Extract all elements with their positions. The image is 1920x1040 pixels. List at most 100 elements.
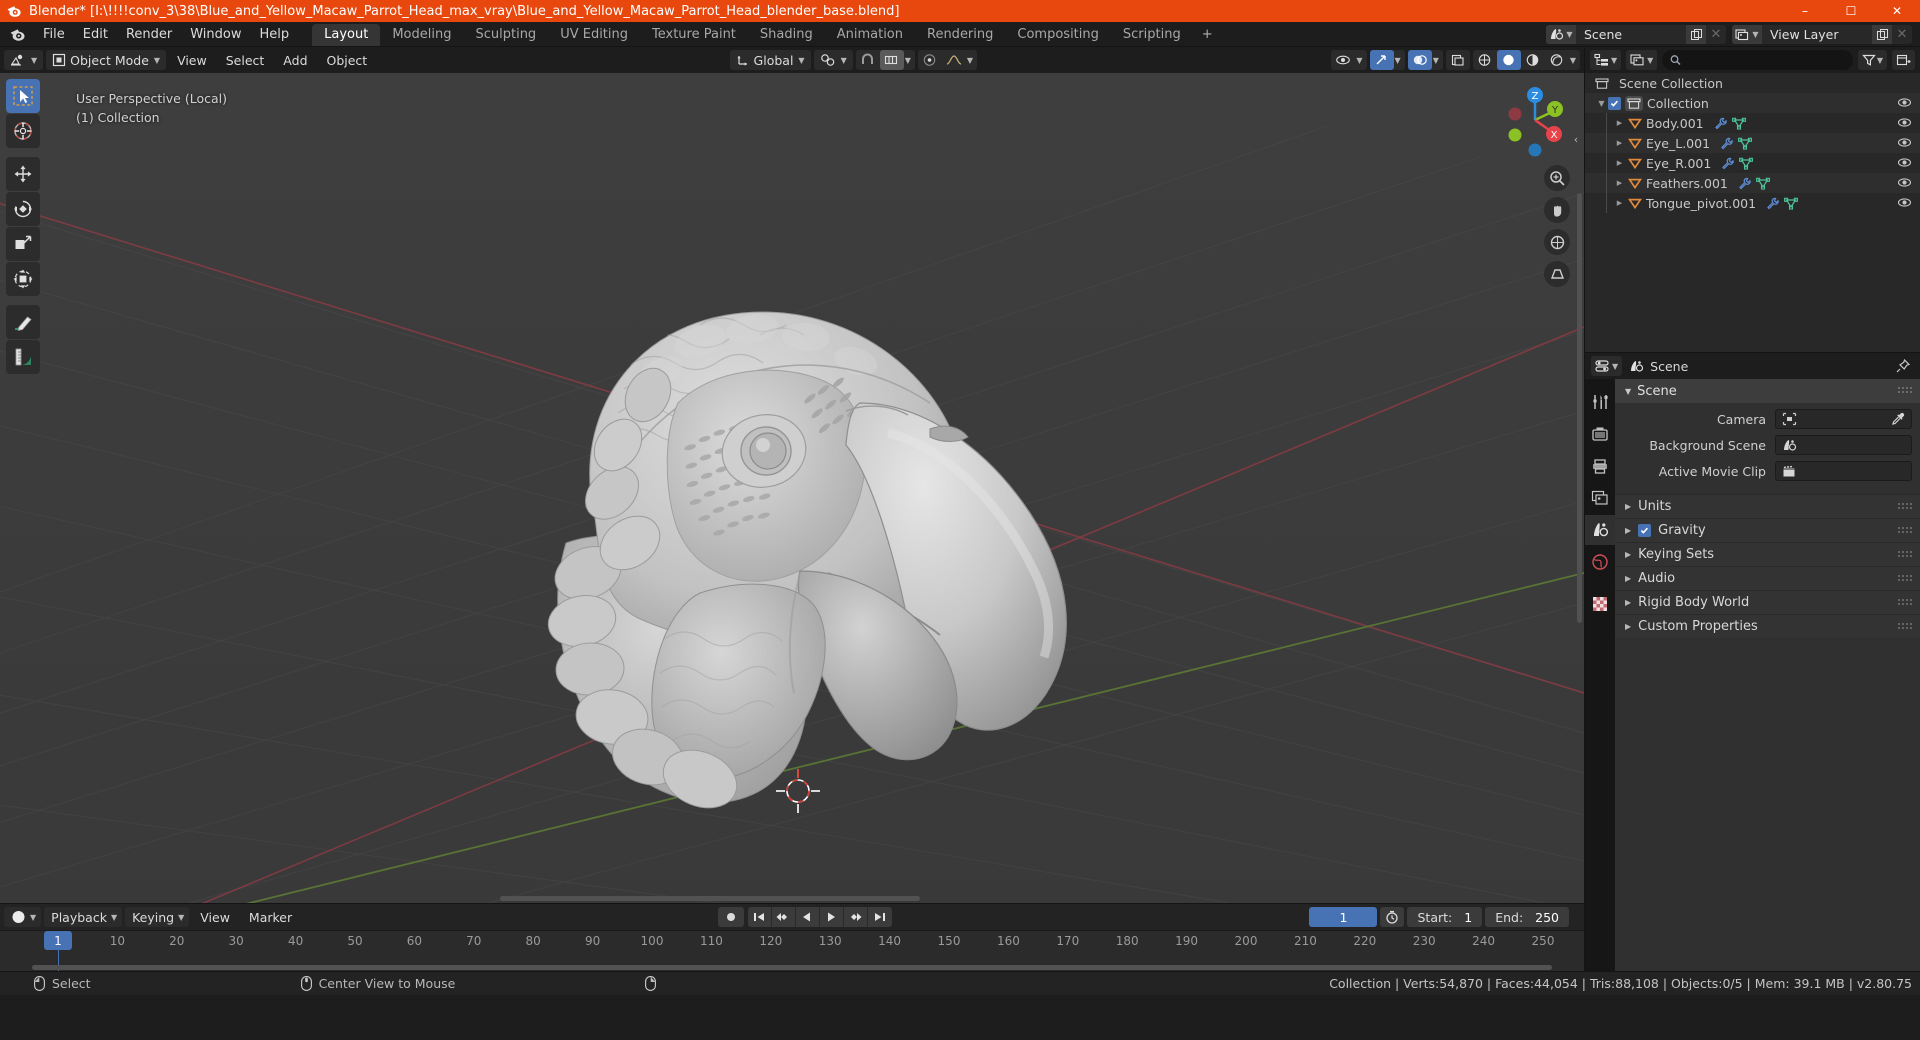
scene-name[interactable]: Scene <box>1576 24 1686 44</box>
frame-range-end[interactable]: End: 250 <box>1485 907 1570 927</box>
solid-shading-icon[interactable] <box>1496 50 1521 70</box>
menu-render[interactable]: Render <box>117 22 181 47</box>
tool-transform[interactable] <box>6 262 40 296</box>
jump-to-end-button[interactable] <box>867 907 892 927</box>
play-reverse-button[interactable] <box>795 907 820 927</box>
modifier-wrench-icon[interactable] <box>1738 177 1751 190</box>
viewport-menu-select[interactable]: Select <box>218 50 273 70</box>
menu-file[interactable]: File <box>34 22 74 47</box>
collapse-triangle-icon[interactable]: ▼ <box>1625 387 1631 396</box>
expand-triangle-icon[interactable]: ▶ <box>1625 574 1631 583</box>
viewport-scrollbar-horizontal[interactable] <box>500 896 920 901</box>
tool-measure[interactable] <box>6 340 40 374</box>
visibility-eye-icon[interactable] <box>1897 196 1912 209</box>
tab-output[interactable] <box>1585 451 1615 481</box>
tab-shading[interactable]: Shading <box>748 24 825 46</box>
visibility-eye-icon[interactable] <box>1897 96 1912 109</box>
material-preview-icon[interactable] <box>1521 50 1545 70</box>
expand-triangle-icon[interactable]: ▶ <box>1625 598 1631 607</box>
menu-help[interactable]: Help <box>251 22 299 47</box>
previous-keyframe-button[interactable] <box>771 907 796 927</box>
panel-scene-header[interactable]: ▼ Scene <box>1615 379 1920 403</box>
add-workspace-button[interactable]: + <box>1193 24 1222 46</box>
modifier-wrench-icon[interactable] <box>1766 197 1779 210</box>
outliner-row-object[interactable]: ▶ Eye_L.001 <box>1585 133 1920 153</box>
timeline-menu-marker[interactable]: Marker <box>241 907 300 927</box>
expand-triangle-icon[interactable]: ▼ <box>1595 99 1608 108</box>
expand-triangle-icon[interactable]: ▶ <box>1613 179 1626 187</box>
jump-to-start-button[interactable] <box>747 907 772 927</box>
properties-editor-type-button[interactable]: ▼ <box>1591 356 1623 376</box>
tab-scene[interactable] <box>1585 515 1615 545</box>
tab-render[interactable] <box>1585 419 1615 449</box>
tool-rotate[interactable] <box>6 192 40 226</box>
outliner-tree[interactable]: Scene Collection ▼ Collection ▶ Body.001… <box>1585 73 1920 352</box>
panel-audio[interactable]: ▶ Audio <box>1615 566 1920 590</box>
blender-menu-icon[interactable] <box>0 22 34 46</box>
view-layer-name[interactable]: View Layer <box>1762 24 1872 44</box>
mesh-data-icon[interactable] <box>1731 117 1746 130</box>
expand-triangle-icon[interactable]: ▶ <box>1613 139 1626 147</box>
playhead[interactable]: 1 <box>44 931 72 950</box>
menu-edit[interactable]: Edit <box>74 22 117 47</box>
outliner-search-box[interactable] <box>1662 50 1853 70</box>
timeline-scrollbar[interactable] <box>0 965 1584 970</box>
auto-keyframe-button[interactable] <box>717 907 744 927</box>
background-scene-field[interactable] <box>1775 435 1912 455</box>
outliner-row-object[interactable]: ▶ Body.001 <box>1585 113 1920 133</box>
visibility-eye-icon[interactable] <box>1897 136 1912 149</box>
timeline-menu-view[interactable]: View <box>192 907 238 927</box>
viewport-menu-view[interactable]: View <box>169 50 215 70</box>
tool-cursor[interactable] <box>6 114 40 148</box>
tab-modeling[interactable]: Modeling <box>380 24 463 46</box>
gravity-checkbox[interactable] <box>1638 524 1652 537</box>
tool-annotate[interactable] <box>6 305 40 339</box>
timeline-menu-keying[interactable]: Keying ▼ <box>125 907 190 927</box>
tab-world[interactable] <box>1585 547 1615 577</box>
snap-target-selector[interactable]: ▼ <box>813 50 853 70</box>
proportional-editing-icon[interactable] <box>918 50 942 70</box>
outliner-row-object[interactable]: ▶ Feathers.001 <box>1585 173 1920 193</box>
tab-tool[interactable] <box>1585 387 1615 417</box>
tab-scripting[interactable]: Scripting <box>1111 24 1193 46</box>
timeline-editor-type-button[interactable]: ▼ <box>4 907 42 927</box>
outliner-editor-type-button[interactable]: ▼ <box>1590 50 1622 70</box>
new-view-layer-button[interactable] <box>1872 24 1892 44</box>
view-layer-selector[interactable]: ▼ View Layer ✕ <box>1732 24 1912 44</box>
tab-compositing[interactable]: Compositing <box>1005 24 1111 46</box>
show-overlays-icon[interactable] <box>1407 50 1432 70</box>
panel-units[interactable]: ▶ Units <box>1615 494 1920 518</box>
zoom-icon[interactable] <box>1544 165 1570 191</box>
tab-animation[interactable]: Animation <box>825 24 915 46</box>
magnet-icon[interactable] <box>856 50 880 70</box>
frame-range-start[interactable]: Start: 1 <box>1407 907 1483 927</box>
timeline-menu-playback[interactable]: Playback ▼ <box>44 907 123 927</box>
mesh-data-icon[interactable] <box>1738 137 1752 150</box>
snap-increment-icon[interactable] <box>879 50 904 70</box>
falloff-curve-icon[interactable] <box>942 50 966 70</box>
tab-texture[interactable] <box>1585 589 1615 619</box>
interaction-mode-selector[interactable]: Object Mode ▼ <box>46 50 167 70</box>
object-visibility-icon[interactable] <box>1331 50 1355 70</box>
panel-keying-sets[interactable]: ▶ Keying Sets <box>1615 542 1920 566</box>
mesh-data-icon[interactable] <box>1784 197 1799 210</box>
play-button[interactable] <box>819 907 844 927</box>
rendered-shading-icon[interactable] <box>1545 50 1569 70</box>
mesh-data-icon[interactable] <box>1755 177 1770 190</box>
tab-rendering[interactable]: Rendering <box>915 24 1005 46</box>
active-movie-clip-field[interactable] <box>1775 461 1912 481</box>
tool-move[interactable] <box>6 157 40 191</box>
remove-view-layer-button[interactable]: ✕ <box>1892 24 1912 44</box>
menu-window[interactable]: Window <box>181 22 250 47</box>
timeline-ruler[interactable]: 1 10 20 30 40 50 60 70 80 90 100 110 120 130 140 150 16… <box>0 930 1584 971</box>
outliner-row-object[interactable]: ▶ Eye_R.001 <box>1585 153 1920 173</box>
use-preview-range-icon[interactable] <box>1380 907 1405 927</box>
next-keyframe-button[interactable] <box>843 907 868 927</box>
visibility-eye-icon[interactable] <box>1897 156 1912 169</box>
pin-id-button[interactable] <box>1896 359 1914 373</box>
mesh-data-icon[interactable] <box>1739 157 1754 170</box>
expand-triangle-icon[interactable]: ▶ <box>1625 622 1631 631</box>
outliner-row-scene-collection[interactable]: Scene Collection <box>1585 73 1920 93</box>
xray-toggle-icon[interactable] <box>1445 50 1470 70</box>
close-button[interactable]: ✕ <box>1874 0 1920 22</box>
